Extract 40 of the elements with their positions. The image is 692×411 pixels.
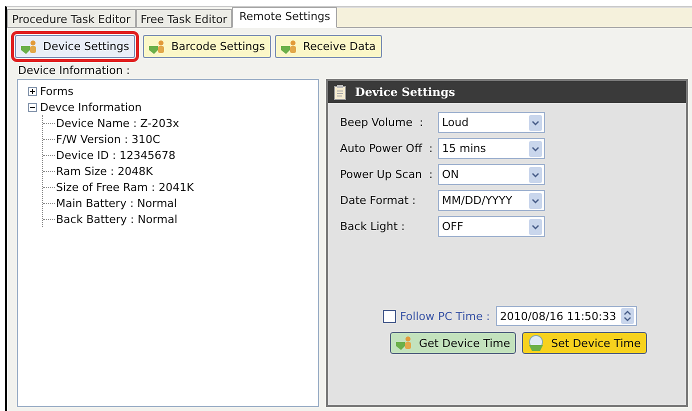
- toolbar-button[interactable]: Receive Data: [274, 35, 382, 58]
- dropdown[interactable]: MM/DD/YYYY: [438, 190, 545, 211]
- checkbox-label[interactable]: Follow PC Time :: [400, 310, 490, 322]
- dropdown[interactable]: OFF: [438, 216, 545, 237]
- people-icon: [149, 40, 166, 54]
- setting-label: Power Up Scan :: [340, 168, 434, 181]
- time-button[interactable]: Get Device Time: [390, 332, 516, 354]
- tree-item[interactable]: Devce Information: [40, 100, 142, 114]
- tree-item[interactable]: Size of Free Ram : 2041K: [56, 180, 194, 194]
- datetime-field[interactable]: 2010/08/16 11:50:33: [496, 306, 637, 326]
- setting-label: Beep Volume :: [340, 116, 424, 129]
- section-label: Device Information :: [18, 64, 131, 77]
- people-icon: [396, 336, 412, 350]
- tree-item[interactable]: F/W Version : 310C: [56, 132, 160, 146]
- tree-item[interactable]: Back Battery : Normal: [56, 212, 178, 226]
- time-button[interactable]: Set Device Time: [522, 332, 647, 354]
- tab[interactable]: Procedure Task Editor: [7, 9, 136, 27]
- tab[interactable]: Free Task Editor: [136, 9, 232, 27]
- tree-item[interactable]: Ram Size : 2048K: [56, 164, 153, 178]
- setting-label: Back Light :: [340, 220, 406, 233]
- people-icon: [280, 40, 297, 54]
- tree-item[interactable]: Forms: [40, 84, 74, 98]
- dropdown[interactable]: 15 mins: [438, 138, 545, 159]
- setting-label: Auto Power Off :: [340, 142, 434, 155]
- clipboard-icon: [334, 84, 346, 100]
- tree-item[interactable]: Main Battery : Normal: [56, 196, 177, 210]
- people-icon: [21, 40, 37, 54]
- spinner-icon[interactable]: [620, 308, 634, 324]
- dropdown[interactable]: Loud: [438, 112, 545, 133]
- panel-title: Device Settings: [355, 85, 456, 99]
- dropdown[interactable]: ON: [438, 164, 545, 185]
- globe-icon: [528, 335, 544, 351]
- expand-icon[interactable]: [28, 86, 37, 96]
- tree-item[interactable]: Device Name : Z-203x: [56, 116, 180, 130]
- collapse-icon[interactable]: [28, 102, 37, 112]
- setting-label: Date Format :: [340, 194, 417, 207]
- tree-item[interactable]: Device ID : 12345678: [56, 148, 176, 162]
- checkbox[interactable]: [383, 310, 396, 322]
- tab[interactable]: Remote Settings: [232, 7, 338, 28]
- toolbar-button[interactable]: Barcode Settings: [143, 35, 271, 58]
